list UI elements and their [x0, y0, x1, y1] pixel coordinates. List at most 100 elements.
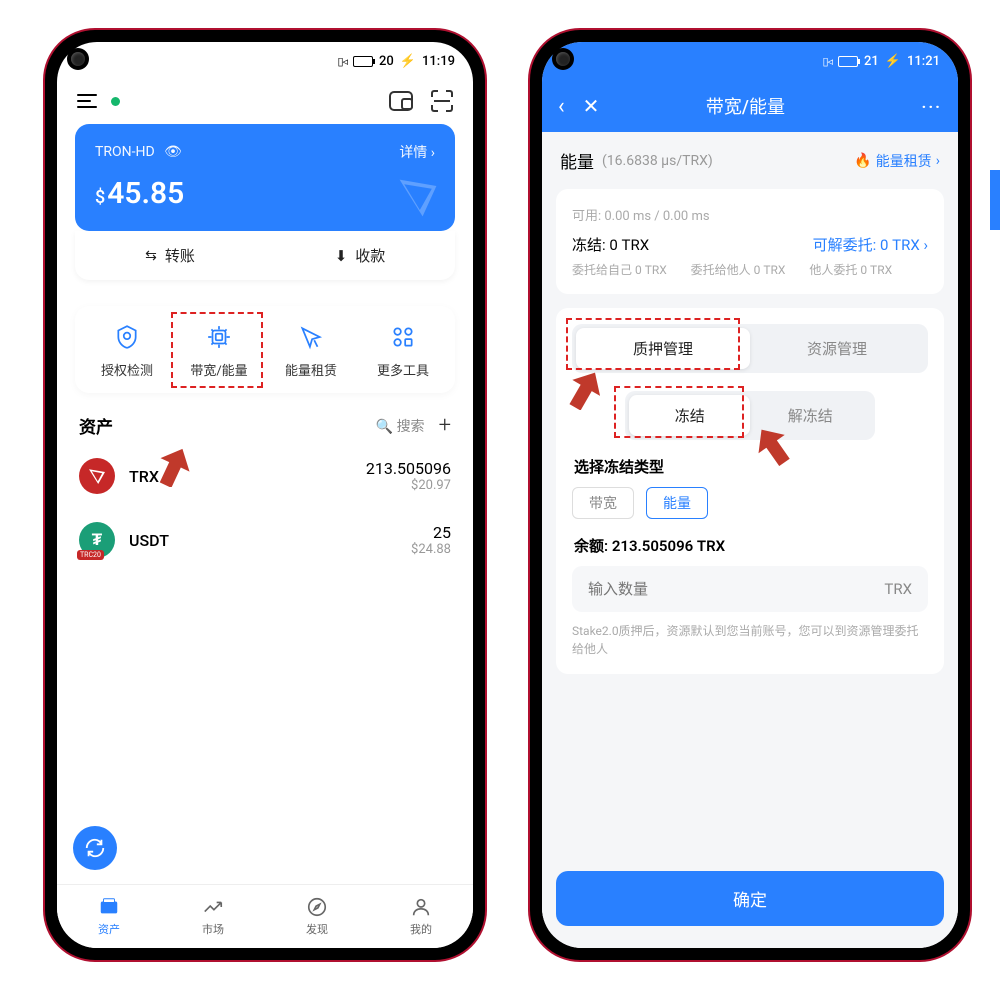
nav-discover[interactable]: 发现: [265, 885, 369, 948]
tool-auth-check[interactable]: 授权检测: [81, 322, 173, 379]
asset-row[interactable]: ₮ TRC20 USDT 25 $24.88: [57, 508, 473, 572]
wallet-name: TRON-HD: [95, 144, 155, 160]
back-button[interactable]: ‹: [558, 94, 565, 119]
page-title: 带宽/能量: [569, 93, 921, 119]
tools-grid: 授权检测 带宽/能量 能量租赁 更多工具: [75, 306, 455, 393]
asset-symbol: USDT: [129, 531, 169, 550]
amount-unit: TRX: [884, 580, 912, 598]
search-button[interactable]: 🔍 搜索: [376, 416, 425, 436]
amount-input-wrap: TRX: [572, 566, 928, 612]
menu-icon[interactable]: [77, 94, 97, 108]
battery-icon: [353, 56, 373, 67]
wallet-icon[interactable]: [389, 91, 413, 111]
bottom-nav: 资产 市场 发现 我的: [57, 884, 473, 948]
tool-bandwidth-energy[interactable]: 带宽/能量: [173, 322, 265, 379]
stake-hint: Stake2.0质押后，资源默认到您当前账号，您可以到资源管理委托给他人: [572, 622, 928, 658]
nav-label: 市场: [202, 921, 224, 937]
page-edge-accent: [990, 170, 1000, 230]
nav-label: 我的: [410, 921, 432, 937]
eye-icon[interactable]: 👁: [164, 144, 182, 160]
chip-icon: [173, 322, 265, 352]
receive-icon: ⬇: [335, 247, 348, 265]
amount-input[interactable]: [588, 581, 884, 598]
tab-unfreeze[interactable]: 解冻结: [750, 395, 871, 436]
more-button[interactable]: ···: [922, 97, 942, 116]
receive-button[interactable]: ⬇ 收款: [265, 231, 455, 280]
tron-watermark-icon: [395, 175, 441, 221]
details-link[interactable]: 详情: [399, 145, 427, 161]
tool-label: 授权检测: [81, 360, 173, 379]
vibrate-icon: ▯◃: [337, 55, 347, 68]
fab-exchange[interactable]: [73, 826, 117, 870]
delegable-link[interactable]: 可解委托: 0 TRX ›: [813, 234, 928, 255]
nav-label: 资产: [98, 921, 120, 937]
choose-type-label: 选择冻结类型: [574, 456, 926, 477]
asset-symbol: TRX: [129, 467, 159, 486]
search-label: 搜索: [397, 419, 425, 435]
tool-label: 带宽/能量: [173, 360, 265, 379]
add-asset-button[interactable]: +: [439, 413, 451, 438]
available-text: 可用: 0.00 ms / 0.00 ms: [572, 205, 928, 224]
network-status-dot: [111, 97, 120, 106]
usdt-coin-icon: ₮ TRC20: [79, 522, 115, 558]
asset-usd: $24.88: [411, 542, 451, 557]
status-time: 11:21: [907, 54, 940, 69]
assets-heading: 资产: [79, 413, 113, 438]
tool-label: 更多工具: [357, 360, 449, 379]
balance-card[interactable]: TRON-HD 👁 详情 › $45.85: [75, 124, 455, 231]
balance-amount: 45.85: [107, 176, 184, 211]
tab-stake-resource: 质押管理 资源管理: [572, 324, 928, 373]
energy-rate: (16.6838 μs/TRX): [602, 153, 713, 169]
tab-resource-mgmt[interactable]: 资源管理: [750, 328, 924, 369]
transfer-icon: ⇆: [145, 248, 157, 264]
charging-icon: ⚡: [885, 54, 901, 69]
delegate-self: 委托给自己 0 TRX: [572, 261, 691, 278]
asset-row[interactable]: TRX 213.505096 $20.97: [57, 444, 473, 508]
page-header: ‹ ✕ 带宽/能量 ···: [542, 80, 958, 132]
action-row: ⇆ 转账 ⬇ 收款: [75, 231, 455, 280]
tab-freeze[interactable]: 冻结: [629, 395, 750, 436]
scan-icon[interactable]: [431, 90, 453, 112]
tab-stake-mgmt[interactable]: 质押管理: [576, 328, 750, 369]
stake-card: 质押管理 资源管理 冻结 解冻结 选择冻结类型 带宽: [556, 308, 944, 674]
confirm-button[interactable]: 确定: [556, 871, 944, 926]
transfer-label: 转账: [165, 245, 195, 266]
flame-icon: 🔥: [854, 153, 871, 169]
phone-left: ▯◃ 20 ⚡ 11:19 TRON-HD 👁: [45, 30, 485, 960]
nav-assets[interactable]: 资产: [57, 885, 161, 948]
vibrate-icon: ▯◃: [822, 55, 832, 68]
tool-energy-rent[interactable]: 能量租赁: [265, 322, 357, 379]
pill-bandwidth[interactable]: 带宽: [572, 487, 634, 519]
battery-percent: 21: [864, 54, 879, 69]
frozen-amount: 冻结: 0 TRX: [572, 234, 649, 255]
punch-hole-camera: [552, 48, 574, 70]
charging-icon: ⚡: [400, 54, 416, 69]
energy-header-row: 能量 (16.6838 μs/TRX) 🔥 能量租赁 ›: [542, 132, 958, 189]
tool-more[interactable]: 更多工具: [357, 322, 449, 379]
transfer-button[interactable]: ⇆ 转账: [75, 231, 265, 280]
energy-rent-link[interactable]: 🔥 能量租赁 ›: [854, 151, 940, 171]
receive-label: 收款: [355, 245, 385, 266]
nav-market[interactable]: 市场: [161, 885, 265, 948]
status-time: 11:19: [422, 54, 455, 69]
delegate-other: 委托给他人 0 TRX: [691, 261, 810, 278]
punch-hole-camera: [67, 48, 89, 70]
battery-percent: 20: [379, 54, 394, 69]
asset-amount: 25: [411, 523, 451, 542]
cursor-energy-icon: [265, 322, 357, 352]
delegate-from: 他人委托 0 TRX: [809, 261, 928, 278]
shield-icon: [81, 322, 173, 352]
status-bar: ▯◃ 21 ⚡ 11:21: [542, 42, 958, 80]
tool-label: 能量租赁: [265, 360, 357, 379]
pill-energy[interactable]: 能量: [646, 487, 708, 519]
currency-symbol: $: [95, 187, 105, 208]
nav-label: 发现: [306, 921, 328, 937]
grid-icon: [357, 322, 449, 352]
nav-me[interactable]: 我的: [369, 885, 473, 948]
phone-right: ▯◃ 21 ⚡ 11:21 ‹ ✕ 带宽/能量 ··· 能量 (16.6838 …: [530, 30, 970, 960]
tab-freeze-unfreeze: 冻结 解冻结: [625, 391, 874, 440]
freeze-info-card: 可用: 0.00 ms / 0.00 ms 冻结: 0 TRX 可解委托: 0 …: [556, 189, 944, 294]
energy-label: 能量: [560, 148, 594, 173]
asset-usd: $20.97: [366, 478, 451, 493]
status-bar: ▯◃ 20 ⚡ 11:19: [57, 42, 473, 80]
